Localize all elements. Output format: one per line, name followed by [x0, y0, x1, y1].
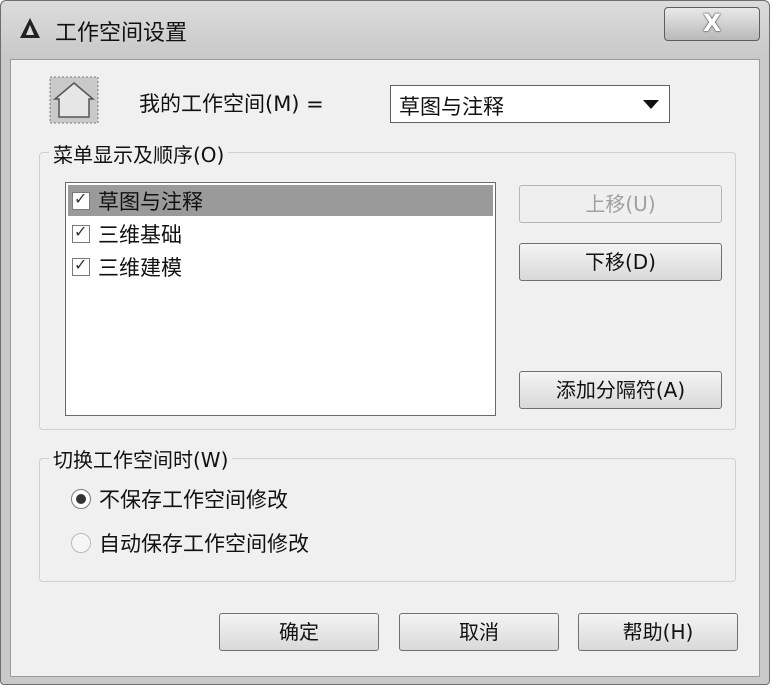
app-logo-icon	[20, 18, 40, 38]
list-item[interactable]: ✓ 三维建模	[68, 251, 493, 282]
cancel-button[interactable]: 取消	[399, 613, 559, 651]
help-button[interactable]: 帮助(H)	[578, 613, 738, 651]
move-down-button[interactable]: 下移(D)	[519, 243, 722, 281]
checkmark-icon: ✓	[74, 189, 88, 208]
item-checkbox[interactable]: ✓	[72, 189, 90, 210]
add-separator-button[interactable]: 添加分隔符(A)	[519, 371, 722, 409]
switch-workspace-group-title: 切换工作空间时(W)	[49, 444, 233, 473]
auto-save-radio-label[interactable]: 自动保存工作空间修改	[99, 528, 309, 558]
list-item[interactable]: ✓ 三维基础	[68, 218, 493, 249]
workspace-settings-dialog: 工作空间设置 X 我的工作空间(M) = 草图与注释 菜单显示及顺序(O) ✓ …	[0, 0, 770, 685]
title-bar[interactable]: 工作空间设置 X	[1, 1, 769, 59]
no-save-radio-label[interactable]: 不保存工作空间修改	[99, 484, 288, 514]
ok-button[interactable]: 确定	[219, 613, 379, 651]
list-item-label: 三维基础	[98, 223, 182, 247]
close-button[interactable]: X	[664, 7, 760, 41]
house-icon	[49, 76, 99, 124]
dialog-body: 我的工作空间(M) = 草图与注释 菜单显示及顺序(O) ✓ 草图与注释 ✓ 三…	[10, 59, 760, 677]
checkmark-icon: ✓	[74, 255, 88, 274]
auto-save-radio[interactable]	[71, 533, 91, 553]
workspace-list[interactable]: ✓ 草图与注释 ✓ 三维基础 ✓ 三维建模	[65, 182, 496, 416]
list-item[interactable]: ✓ 草图与注释	[68, 185, 493, 216]
dialog-title: 工作空间设置	[55, 21, 188, 46]
workspace-select[interactable]: 草图与注释	[390, 85, 670, 123]
radio-selected-dot	[76, 494, 86, 504]
chevron-down-icon[interactable]	[643, 100, 659, 109]
switch-workspace-group	[39, 458, 736, 582]
menu-display-group-title: 菜单显示及顺序(O)	[49, 139, 229, 168]
list-item-label: 草图与注释	[98, 190, 203, 214]
no-save-radio[interactable]	[71, 489, 91, 509]
workspace-select-value: 草图与注释	[399, 95, 504, 119]
my-workspace-label: 我的工作空间(M) =	[139, 92, 324, 116]
checkmark-icon: ✓	[74, 222, 88, 241]
item-checkbox[interactable]: ✓	[72, 222, 90, 243]
list-item-label: 三维建模	[98, 256, 182, 280]
item-checkbox[interactable]: ✓	[72, 255, 90, 276]
close-icon: X	[702, 9, 722, 37]
move-up-button[interactable]: 上移(U)	[519, 185, 722, 223]
